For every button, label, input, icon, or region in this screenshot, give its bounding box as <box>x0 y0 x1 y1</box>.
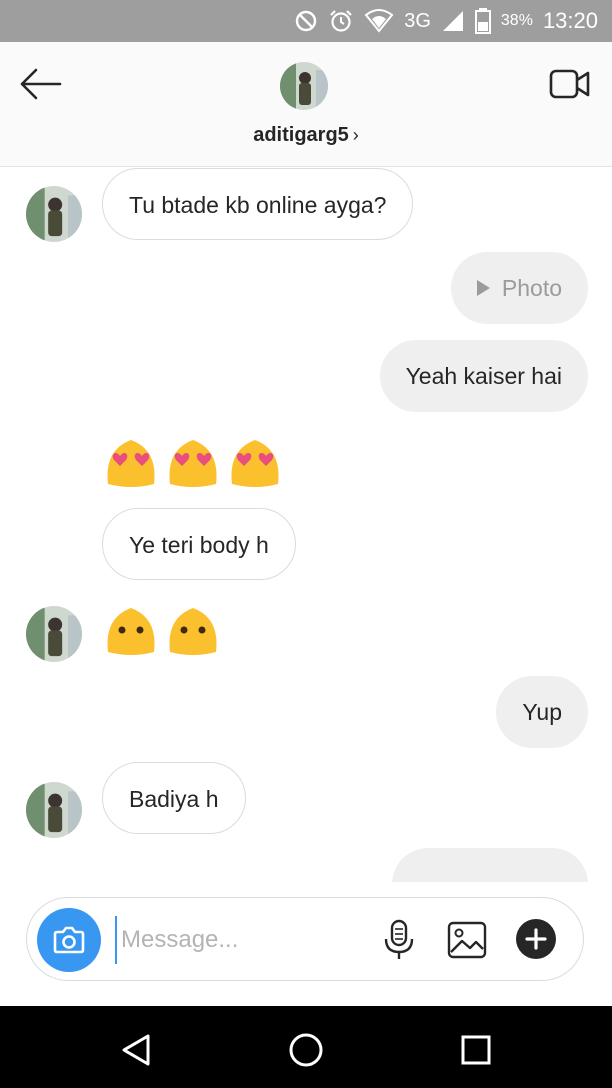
message-input[interactable] <box>115 916 373 964</box>
nav-back-icon[interactable] <box>116 1030 156 1070</box>
heart-eyes-emoji-icon[interactable] <box>164 434 222 490</box>
blank-face-emoji-icon[interactable] <box>164 602 222 658</box>
camera-icon <box>53 926 85 954</box>
chevron-right-icon: › <box>352 125 359 145</box>
message-text: Tu btade kb online ayga? <box>129 192 387 218</box>
battery-icon <box>474 8 491 34</box>
nav-home-icon[interactable] <box>286 1030 326 1070</box>
message-text: Ye teri body h <box>129 532 269 558</box>
video-call-icon[interactable] <box>548 66 592 102</box>
avatar[interactable] <box>26 186 82 242</box>
status-icons: 3G 38% 13:20 <box>294 0 598 42</box>
alarm-icon <box>330 10 352 32</box>
network-type-label: 3G <box>404 9 431 32</box>
wifi-icon <box>364 9 394 33</box>
message-composer <box>26 897 584 981</box>
plus-icon[interactable] <box>515 918 557 960</box>
battery-percent: 38% <box>500 12 533 29</box>
status-bar: 3G 38% 13:20 <box>0 0 612 42</box>
avatar[interactable] <box>280 62 328 110</box>
incoming-message[interactable]: Tu btade kb online ayga? <box>102 168 414 240</box>
message-text: Yup <box>522 699 562 725</box>
message-text: Yeah kaiser hai <box>405 363 562 389</box>
do-not-disturb-icon <box>296 10 317 32</box>
signal-icon <box>442 11 463 31</box>
system-navigation-bar <box>0 1006 612 1088</box>
message-thread[interactable]: Tu btade kb online ayga? Photo Yeah kais… <box>0 166 612 882</box>
avatar[interactable] <box>26 606 82 662</box>
message-text: Badiya h <box>129 786 219 812</box>
clock-time: 13:20 <box>542 8 598 33</box>
heart-eyes-emoji-icon[interactable] <box>226 434 284 490</box>
header-username-row[interactable]: aditigarg5 › <box>0 124 612 147</box>
back-arrow-icon[interactable] <box>16 66 64 102</box>
microphone-icon[interactable] <box>379 918 419 962</box>
heart-eyes-emoji-icon[interactable] <box>102 434 160 490</box>
outgoing-message[interactable]: Yeah kaiser hai <box>379 340 588 412</box>
conversation-header: aditigarg5 › <box>0 42 612 167</box>
outgoing-message-partial[interactable] <box>392 848 588 882</box>
header-username: aditigarg5 <box>253 124 349 146</box>
camera-button[interactable] <box>37 908 101 972</box>
blank-face-emoji-icon[interactable] <box>102 602 160 658</box>
nav-recents-icon[interactable] <box>456 1030 496 1070</box>
gallery-icon[interactable] <box>445 918 489 962</box>
outgoing-photo-message[interactable]: Photo <box>450 252 588 324</box>
incoming-message[interactable]: Badiya h <box>102 762 246 834</box>
message-text: Photo <box>501 275 562 301</box>
avatar[interactable] <box>26 782 82 838</box>
play-icon <box>476 279 490 296</box>
outgoing-message[interactable]: Yup <box>496 676 588 748</box>
incoming-message[interactable]: Ye teri body h <box>102 508 296 580</box>
